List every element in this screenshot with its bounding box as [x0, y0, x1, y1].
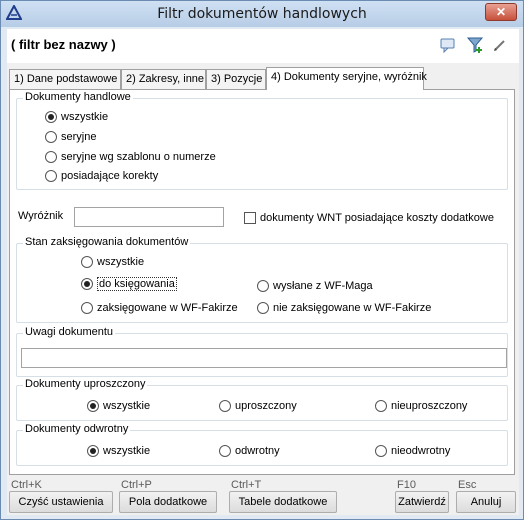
shortcut-extra-tables: Ctrl+T	[231, 479, 262, 491]
radio-icon[interactable]	[81, 302, 93, 315]
documents-group-title: Dokumenty handlowe	[23, 91, 133, 103]
radio-icon[interactable]	[257, 280, 269, 293]
radio-label: nieodwrotny	[391, 445, 451, 458]
docs-option-template[interactable]: seryjne wg szablonu o numerze	[45, 151, 216, 167]
radio-icon[interactable]	[45, 131, 57, 144]
documents-group: Dokumenty handlowe wszystkie seryjne ser…	[16, 91, 508, 190]
posting-option-to-post[interactable]: do księgowania	[81, 277, 177, 294]
radio-label: seryjne wg szablonu o numerze	[61, 151, 216, 164]
radio-selected-icon[interactable]	[87, 445, 99, 458]
add-filter-icon[interactable]	[466, 36, 484, 54]
reversed-group-title: Dokumenty odwrotny	[23, 423, 131, 435]
posting-group-title: Stan zaksięgowania dokumentów	[23, 236, 191, 248]
reversed-option-all[interactable]: wszystkie	[87, 445, 150, 461]
clear-settings-button[interactable]: Czyść ustawienia	[9, 491, 113, 513]
title-bar[interactable]: Filtr dokumentów handlowych ✕	[1, 1, 523, 27]
docs-option-all[interactable]: wszystkie	[45, 111, 108, 127]
reversed-group: Dokumenty odwrotny wszystkie odwrotny ni…	[16, 423, 508, 466]
window-title: Filtr dokumentów handlowych	[157, 6, 367, 22]
simplified-option-no[interactable]: nieuproszczony	[375, 400, 467, 416]
reversed-option-no[interactable]: nieodwrotny	[375, 445, 450, 461]
radio-icon[interactable]	[45, 170, 57, 183]
tab-dokumenty-seryjne[interactable]: 4) Dokumenty seryjne, wyróżnik	[266, 67, 427, 90]
radio-label: seryjne	[61, 131, 97, 144]
tab-panel: Dokumenty handlowe wszystkie seryjne ser…	[9, 89, 515, 475]
wnt-label: dokumenty WNT posiadające koszty dodatko…	[260, 212, 494, 225]
close-button[interactable]: ✕	[485, 3, 517, 21]
radio-label: zaksięgowane w WF-Fakirze	[97, 302, 238, 315]
reversed-option-yes[interactable]: odwrotny	[219, 445, 280, 461]
shortcut-clear: Ctrl+K	[11, 479, 42, 491]
radio-label: odwrotny	[235, 445, 280, 458]
shortcut-confirm: F10	[397, 479, 416, 491]
posting-status-group: Stan zaksięgowania dokumentów wszystkie …	[16, 236, 508, 323]
extra-fields-button[interactable]: Pola dodatkowe	[119, 491, 217, 513]
radio-icon[interactable]	[257, 302, 269, 315]
docs-option-serial[interactable]: seryjne	[45, 131, 96, 147]
radio-label: wszystkie	[61, 111, 109, 124]
notes-group: Uwagi dokumentu	[16, 326, 508, 377]
posting-option-sent[interactable]: wysłane z WF-Maga	[257, 280, 373, 296]
radio-label: wszystkie	[103, 400, 151, 413]
filter-header: ( filtr bez nazwy )	[7, 29, 519, 63]
simplified-group-title: Dokumenty uproszczony	[23, 378, 148, 390]
marker-label: Wyróżnik	[18, 210, 64, 222]
simplified-option-all[interactable]: wszystkie	[87, 400, 150, 416]
edit-pencil-icon[interactable]	[491, 36, 509, 54]
posting-option-all[interactable]: wszystkie	[81, 256, 144, 272]
wnt-checkbox-row[interactable]: dokumenty WNT posiadające koszty dodatko…	[244, 212, 494, 228]
posting-option-posted[interactable]: zaksięgowane w WF-Fakirze	[81, 302, 238, 318]
radio-icon[interactable]	[81, 256, 93, 269]
wnt-checkbox[interactable]	[244, 212, 256, 225]
radio-icon[interactable]	[45, 151, 57, 164]
radio-label: do księgowania	[97, 277, 177, 292]
simplified-group: Dokumenty uproszczony wszystkie uproszcz…	[16, 378, 508, 421]
radio-label: nie zaksięgowane w WF-Fakirze	[273, 302, 432, 315]
dialog-body: ( filtr bez nazwy ) 1) Dane podstawowe 2…	[7, 29, 519, 515]
radio-selected-icon[interactable]	[45, 111, 57, 124]
tab-zakresy-inne[interactable]: 2) Zakresy, inne	[121, 69, 206, 89]
radio-icon[interactable]	[219, 445, 231, 458]
radio-label: nieuproszczony	[391, 400, 468, 413]
radio-selected-icon[interactable]	[81, 278, 93, 291]
radio-label: wszystkie	[103, 445, 151, 458]
tab-dane-podstawowe[interactable]: 1) Dane podstawowe	[9, 69, 121, 89]
extra-tables-button[interactable]: Tabele dodatkowe	[229, 491, 337, 513]
shortcut-extra-fields: Ctrl+P	[121, 479, 152, 491]
radio-icon[interactable]	[375, 400, 387, 413]
docs-option-corrections[interactable]: posiadające korekty	[45, 170, 158, 186]
radio-label: posiadające korekty	[61, 170, 159, 183]
radio-label: wszystkie	[97, 256, 145, 269]
simplified-option-yes[interactable]: uproszczony	[219, 400, 297, 416]
comment-icon[interactable]	[439, 36, 457, 54]
filter-name: ( filtr bez nazwy )	[11, 37, 116, 52]
cancel-button[interactable]: Anuluj	[456, 491, 516, 513]
notes-group-title: Uwagi dokumentu	[23, 326, 116, 338]
dialog-window: Filtr dokumentów handlowych ✕ ( filtr be…	[0, 0, 524, 520]
confirm-button[interactable]: Zatwierdź	[395, 491, 449, 513]
radio-icon[interactable]	[375, 445, 387, 458]
radio-icon[interactable]	[219, 400, 231, 413]
radio-selected-icon[interactable]	[87, 400, 99, 413]
radio-label: uproszczony	[235, 400, 297, 413]
radio-label: wysłane z WF-Maga	[273, 280, 373, 293]
marker-input[interactable]	[74, 207, 224, 227]
shortcut-cancel: Esc	[458, 479, 477, 491]
notes-input[interactable]	[21, 348, 507, 368]
tab-pozycje[interactable]: 3) Pozycje	[206, 69, 266, 89]
posting-option-not-posted[interactable]: nie zaksięgowane w WF-Fakirze	[257, 302, 431, 318]
